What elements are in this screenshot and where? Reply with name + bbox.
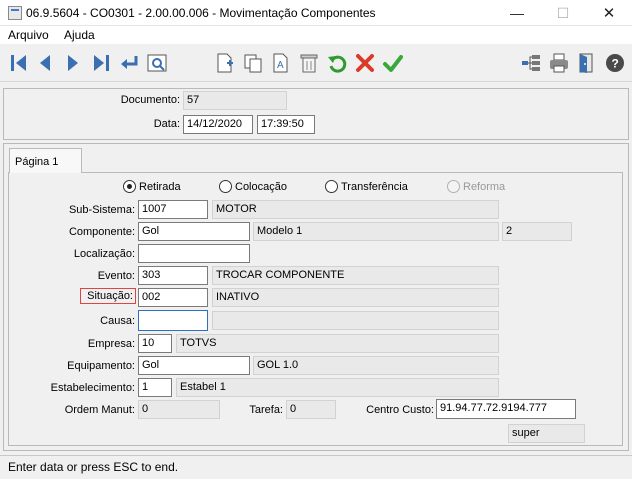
subsistema-field[interactable]: 1007 (138, 200, 208, 219)
cancel-icon[interactable] (352, 50, 378, 76)
minimize-button[interactable]: — (494, 0, 540, 26)
delete-icon[interactable] (296, 50, 322, 76)
causa-label: Causa: (100, 315, 135, 327)
evento-field[interactable]: 303 (138, 266, 208, 285)
radio-colocacao[interactable]: Colocação (219, 180, 287, 193)
causa-desc (212, 311, 499, 330)
equipamento-desc: GOL 1.0 (253, 356, 499, 375)
centro-custo-field[interactable]: 91.94.77.72.9194.777 (436, 399, 576, 419)
copy-icon[interactable] (240, 50, 266, 76)
ordem-manut-label: Ordem Manut: (64, 404, 135, 416)
data-label: Data: (153, 118, 180, 130)
radio-retirada-label: Retirada (139, 180, 181, 193)
radio-icon (325, 180, 338, 193)
search-icon[interactable] (144, 50, 170, 76)
ordem-manut-field: 0 (138, 400, 220, 419)
user-field: super (508, 424, 585, 443)
tab-pagina-1[interactable]: Página 1 (9, 148, 82, 173)
empresa-field[interactable]: 10 (138, 334, 172, 353)
evento-label: Evento: (97, 270, 135, 282)
status-bar: Enter data or press ESC to end. (0, 455, 632, 479)
situacao-field[interactable]: 002 (138, 288, 208, 307)
window-title: 06.9.5604 - CO0301 - 2.00.00.006 - Movim… (26, 6, 376, 20)
status-text: Enter data or press ESC to end. (8, 460, 179, 474)
undo-icon[interactable] (324, 50, 350, 76)
subsistema-label: Sub-Sistema: (68, 204, 135, 216)
radio-reforma: Reforma (447, 180, 505, 193)
evento-desc: TROCAR COMPONENTE (212, 266, 499, 285)
componente-desc: Modelo 1 (253, 222, 499, 241)
svg-text:A: A (277, 60, 284, 71)
menu-ajuda[interactable]: Ajuda (64, 28, 95, 42)
header-panel (3, 88, 629, 140)
tree-icon[interactable] (518, 50, 544, 76)
edit-icon[interactable]: A (268, 50, 294, 76)
empresa-label: Empresa: (87, 338, 135, 350)
svg-text:?: ? (612, 57, 619, 71)
new-icon[interactable] (212, 50, 238, 76)
radio-transferencia-label: Transferência (341, 180, 408, 193)
empresa-desc: TOTVS (176, 334, 499, 353)
equipamento-label: Equipamento: (67, 360, 135, 372)
toolbar: A ? (0, 44, 632, 82)
hora-field[interactable]: 17:39:50 (257, 115, 315, 134)
situacao-label: Situação: (80, 288, 136, 304)
close-button[interactable]: ✕ (586, 0, 632, 26)
save-icon[interactable] (380, 50, 406, 76)
maximize-button[interactable]: ☐ (540, 0, 586, 26)
print-icon[interactable] (546, 50, 572, 76)
localizacao-field[interactable] (138, 244, 250, 263)
radio-transferencia[interactable]: Transferência (325, 180, 408, 193)
documento-field: 57 (183, 91, 287, 110)
menu-bar: Arquivo Ajuda (0, 26, 632, 44)
radio-retirada[interactable]: Retirada (123, 180, 181, 193)
componente-field[interactable]: Gol (138, 222, 250, 241)
radio-reforma-label: Reforma (463, 180, 506, 193)
componente-extra: 2 (502, 222, 572, 241)
subsistema-desc: MOTOR (212, 200, 499, 219)
documento-label: Documento: (120, 94, 180, 106)
app-icon (8, 6, 22, 20)
next-icon[interactable] (60, 50, 86, 76)
title-bar: 06.9.5604 - CO0301 - 2.00.00.006 - Movim… (0, 0, 632, 26)
first-icon[interactable] (6, 50, 32, 76)
tarefa-label: Tarefa: (249, 404, 283, 416)
data-field[interactable]: 14/12/2020 (183, 115, 253, 134)
radio-icon (219, 180, 232, 193)
centro-custo-label: Centro Custo: (366, 404, 434, 416)
equipamento-field[interactable]: Gol (138, 356, 250, 375)
localizacao-label: Localização: (73, 248, 135, 260)
causa-field[interactable] (138, 310, 208, 331)
exit-icon[interactable] (574, 50, 600, 76)
componente-label: Componente: (68, 226, 135, 238)
situacao-desc: INATIVO (212, 288, 499, 307)
radio-selected-icon (123, 180, 136, 193)
goto-icon[interactable] (116, 50, 142, 76)
last-icon[interactable] (88, 50, 114, 76)
help-icon[interactable]: ? (602, 50, 628, 76)
previous-icon[interactable] (32, 50, 58, 76)
menu-arquivo[interactable]: Arquivo (8, 28, 49, 42)
estabelecimento-desc: Estabel 1 (176, 378, 499, 397)
estabelecimento-label: Estabelecimento: (50, 382, 135, 394)
tarefa-field: 0 (286, 400, 336, 419)
radio-colocacao-label: Colocação (235, 180, 287, 193)
estabelecimento-field[interactable]: 1 (138, 378, 172, 397)
radio-icon (447, 180, 460, 193)
